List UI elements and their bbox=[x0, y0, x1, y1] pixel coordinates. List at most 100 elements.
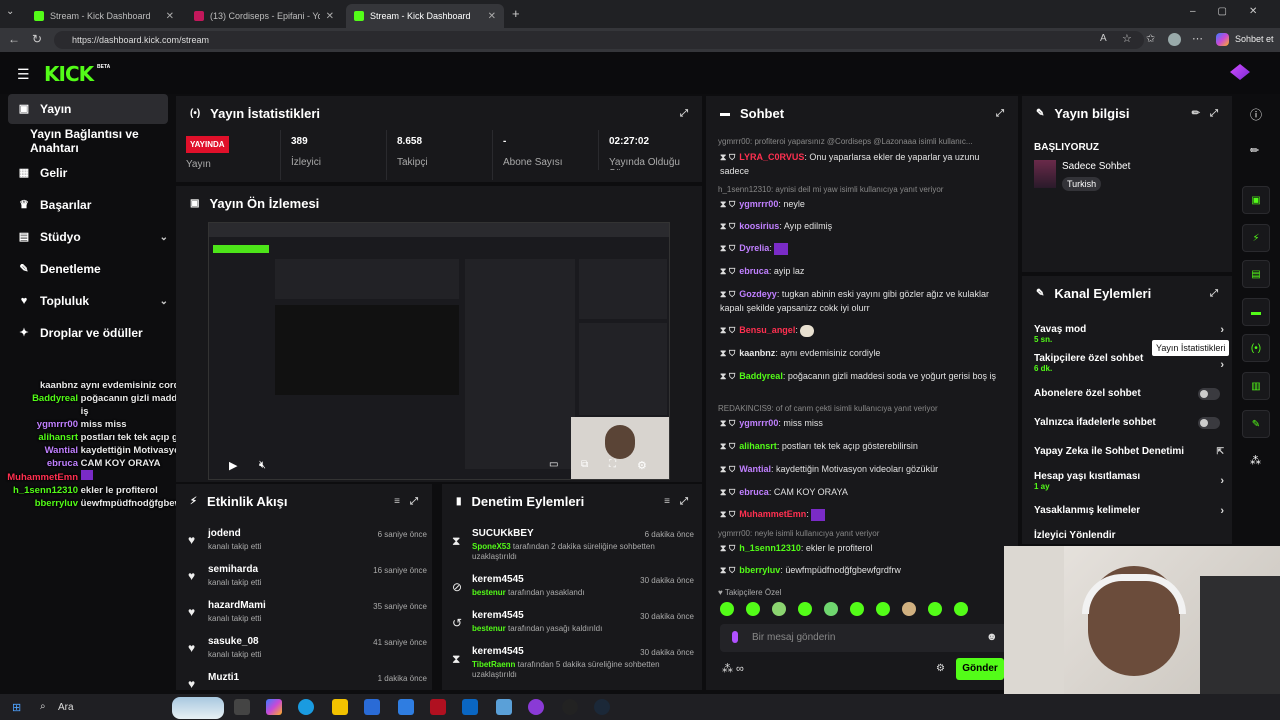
chat-settings-icon[interactable]: ⚙ bbox=[936, 663, 945, 674]
emote-icon[interactable] bbox=[954, 602, 968, 616]
expand-icon[interactable]: ⤢ bbox=[680, 108, 688, 119]
filter-icon[interactable]: ≡ bbox=[664, 496, 670, 507]
chat-toggle-icon[interactable]: ▬ bbox=[1242, 298, 1270, 326]
emote-icon[interactable] bbox=[824, 602, 838, 616]
stats-toggle-icon[interactable]: (•) bbox=[1242, 334, 1270, 362]
sidebar-item-revenue[interactable]: ▦ Gelir bbox=[8, 158, 168, 188]
subscribers-only-toggle[interactable] bbox=[1198, 388, 1220, 400]
sidebar-item-studio[interactable]: ▤ Stüdyo ⌄ bbox=[8, 222, 168, 252]
browser-tab-2[interactable]: (13) Cordiseps - Epifani - YouTube ✕ bbox=[186, 4, 342, 28]
more-widgets-icon[interactable]: ⁂ bbox=[1250, 454, 1261, 467]
emotes-only-toggle[interactable] bbox=[1198, 417, 1220, 429]
expand-icon[interactable]: ⤢ bbox=[1210, 108, 1218, 119]
emote-icon[interactable] bbox=[850, 602, 864, 616]
sidebar-item-community[interactable]: ♥ Topluluk ⌄ bbox=[8, 286, 168, 316]
back-icon[interactable]: ← bbox=[8, 32, 20, 46]
copilot-icon[interactable] bbox=[1216, 33, 1229, 46]
stream-preview-video[interactable]: ▶ 🔇︎ ▭ ⧉ ⛶ ⚙ bbox=[208, 222, 670, 480]
miniplayer-icon[interactable]: ⧉ bbox=[581, 459, 588, 470]
settings-icon[interactable]: ⚙ bbox=[637, 459, 647, 472]
collections-icon[interactable]: ✩ bbox=[1146, 32, 1155, 45]
ai-moderation-setting[interactable]: Yapay Zeka ile Sohbet Denetimi ⇱ bbox=[1034, 446, 1224, 457]
emoji-icon[interactable]: ☻ bbox=[986, 631, 998, 643]
close-tab-icon[interactable]: ✕ bbox=[488, 11, 496, 22]
activity-user[interactable]: sasuke_08 bbox=[208, 636, 259, 647]
fullscreen-icon[interactable]: ⛶ bbox=[609, 459, 616, 470]
outlook-icon[interactable] bbox=[398, 699, 414, 715]
expand-icon[interactable]: ⤢ bbox=[680, 496, 688, 507]
favorite-icon[interactable]: ☆ bbox=[1122, 32, 1132, 45]
emote-icon[interactable] bbox=[902, 602, 916, 616]
pip-icon[interactable]: ▭ bbox=[549, 459, 558, 470]
play-icon[interactable]: ▶ bbox=[229, 459, 237, 472]
steam-icon[interactable] bbox=[594, 699, 610, 715]
raid-setting[interactable]: İzleyici Yönlendir bbox=[1034, 530, 1224, 541]
chat-tools-icon[interactable]: ⁂ ∞ bbox=[722, 662, 744, 675]
expand-icon[interactable]: ⤢ bbox=[410, 496, 418, 507]
sidebar-item-drops[interactable]: ✦ Droplar ve ödüller bbox=[8, 318, 168, 348]
activity-user[interactable]: hazardMami bbox=[208, 600, 266, 611]
emotes-only-setting[interactable]: Yalnızca ifadelerle sohbet bbox=[1034, 417, 1224, 429]
tab-list-icon[interactable]: ⌄ bbox=[6, 6, 14, 17]
taskbar-search[interactable]: Ara bbox=[58, 702, 74, 713]
app-icon[interactable] bbox=[562, 699, 578, 715]
info-icon[interactable]: ⓘ bbox=[1250, 106, 1262, 123]
followers-only-setting[interactable]: Takipçilere özel sohbet 6 dk. › bbox=[1034, 353, 1224, 373]
copilot-label[interactable]: Sohbet et bbox=[1235, 34, 1274, 44]
store-icon[interactable] bbox=[364, 699, 380, 715]
mod-target-user[interactable]: kerem4545 bbox=[472, 610, 524, 621]
category-name[interactable]: Sadece Sohbet bbox=[1062, 161, 1130, 172]
volume-icon[interactable]: 🔇︎ bbox=[259, 459, 266, 472]
layout-toggle-icon[interactable]: ▥ bbox=[1242, 372, 1270, 400]
account-age-setting[interactable]: Hesap yaşı kısıtlaması 1 ay › bbox=[1034, 471, 1224, 491]
close-tab-icon[interactable]: ✕ bbox=[326, 11, 334, 22]
more-icon[interactable]: ⋯ bbox=[1192, 32, 1203, 45]
send-button[interactable]: Gönder bbox=[956, 658, 1004, 680]
emote-icon[interactable] bbox=[876, 602, 890, 616]
filter-icon[interactable]: ≡ bbox=[394, 496, 400, 507]
start-icon[interactable]: ⊞ bbox=[12, 701, 21, 714]
read-aloud-icon[interactable]: A bbox=[1100, 33, 1107, 44]
emote-icon[interactable] bbox=[746, 602, 760, 616]
settings-app-icon[interactable] bbox=[496, 699, 512, 715]
obs-icon[interactable] bbox=[528, 699, 544, 715]
actions-toggle-icon[interactable]: ✎ bbox=[1242, 410, 1270, 438]
taskbar-search-icon[interactable]: ⌕ bbox=[40, 701, 46, 712]
category-thumbnail[interactable] bbox=[1034, 160, 1056, 188]
edge-icon[interactable] bbox=[298, 699, 314, 715]
sidebar-item-broadcast[interactable]: ▣ Yayın bbox=[8, 94, 168, 124]
expand-icon[interactable]: ⤢ bbox=[1210, 288, 1218, 299]
sidebar-item-achievements[interactable]: ♛ Başarılar bbox=[8, 190, 168, 220]
mic-icon[interactable] bbox=[732, 631, 738, 643]
chat-input[interactable]: Bir mesaj gönderin ☻ bbox=[720, 624, 1010, 652]
mod-target-user[interactable]: kerem4545 bbox=[472, 646, 524, 657]
mod-target-user[interactable]: kerem4545 bbox=[472, 574, 524, 585]
expand-icon[interactable]: ⤢ bbox=[996, 108, 1004, 119]
banned-words-setting[interactable]: Yasaklanmış kelimeler › bbox=[1034, 505, 1224, 517]
new-tab-icon[interactable]: + bbox=[512, 6, 520, 21]
menu-icon[interactable]: ☰ bbox=[17, 66, 30, 83]
close-tab-icon[interactable]: ✕ bbox=[166, 11, 174, 22]
activity-user[interactable]: Muzti1 bbox=[208, 672, 239, 683]
mod-log-toggle-icon[interactable]: ▤ bbox=[1242, 260, 1270, 288]
emote-icon[interactable] bbox=[772, 602, 786, 616]
profile-avatar[interactable] bbox=[1168, 33, 1181, 46]
meta-icon[interactable] bbox=[462, 699, 478, 715]
edit-icon[interactable]: ✏ bbox=[1192, 108, 1200, 119]
preview-toggle-icon[interactable]: ▣ bbox=[1242, 186, 1270, 214]
mod-target-user[interactable]: SUCUKkBEY bbox=[472, 528, 534, 539]
adobe-icon[interactable] bbox=[430, 699, 446, 715]
sidebar-item-moderation[interactable]: ✎ Denetleme bbox=[8, 254, 168, 284]
emote-icon[interactable] bbox=[798, 602, 812, 616]
kick-logo[interactable]: KICK bbox=[44, 62, 94, 86]
copilot-taskbar-icon[interactable] bbox=[266, 699, 282, 715]
sidebar-item-stream-key[interactable]: Yayın Bağlantısı ve Anahtarı bbox=[8, 126, 180, 156]
subscribers-only-setting[interactable]: Abonelere özel sohbet bbox=[1034, 388, 1224, 400]
browser-tab-1[interactable]: Stream - Kick Dashboard ✕ bbox=[26, 4, 182, 28]
file-explorer-icon[interactable] bbox=[332, 699, 348, 715]
reload-icon[interactable]: ↻ bbox=[32, 32, 42, 46]
activity-user[interactable]: jodend bbox=[208, 528, 241, 539]
emote-icon[interactable] bbox=[928, 602, 942, 616]
emote-icon[interactable] bbox=[720, 602, 734, 616]
activity-user[interactable]: semiharda bbox=[208, 564, 258, 575]
